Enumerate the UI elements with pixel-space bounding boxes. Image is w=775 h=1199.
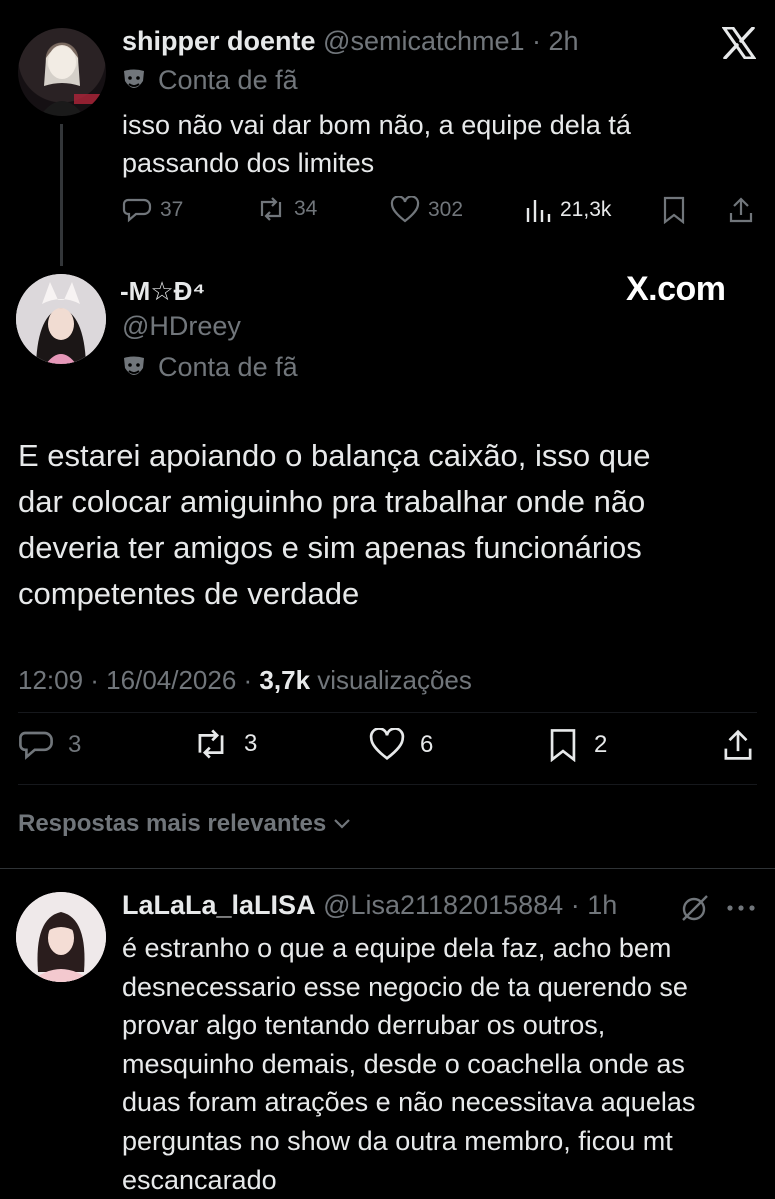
thread-line <box>60 124 63 266</box>
share-icon <box>728 196 754 224</box>
main-fan-label: Conta de fã <box>122 352 298 383</box>
parent-views-count: 21,3k <box>560 198 612 221</box>
grok-icon[interactable] <box>680 894 710 922</box>
parent-views-button[interactable]: 21,3k <box>524 196 611 224</box>
theater-masks-icon <box>122 355 146 381</box>
reply-tweet-text: é estranho o que a equipe dela faz, acho… <box>122 933 696 1195</box>
main-meta-line: 12:09 · 16/04/2026 · 3,7k visualizações <box>18 665 472 696</box>
main-handle[interactable]: @HDreey <box>122 311 241 342</box>
reply-icon <box>122 196 152 224</box>
avatar-lalala-lisa[interactable] <box>16 892 106 982</box>
avatar-shipper[interactable] <box>18 28 106 116</box>
parent-tweet-text: isso não vai dar bom não, a equipe dela … <box>122 110 631 178</box>
fan-account-label: Conta de fã <box>158 65 298 95</box>
parent-handle[interactable]: @semicatchme1 <box>323 26 524 56</box>
parent-like-button[interactable]: 302 <box>390 196 463 224</box>
main-views-count: 3,7k <box>259 665 311 695</box>
parent-reply-button[interactable]: 37 <box>122 196 183 224</box>
main-tweet-text: E estarei apoiando o balança caixão, iss… <box>18 438 651 611</box>
parent-tweet-header: shipper doente @semicatchme1 · 2h <box>122 26 579 57</box>
reply-tweet-header: LaLaLa_laLISA @Lisa21182015884 · 1h <box>122 890 617 921</box>
parent-share-button[interactable] <box>728 196 754 224</box>
main-bookmark-count: 2 <box>594 731 608 758</box>
divider <box>18 712 757 713</box>
divider <box>0 868 775 869</box>
main-repost-button[interactable]: 3 <box>192 728 257 760</box>
parent-repost-button[interactable]: 34 <box>256 196 317 222</box>
divider <box>18 784 757 785</box>
bookmark-icon <box>662 196 686 224</box>
bookmark-icon <box>548 728 578 762</box>
sort-label: Respostas mais relevantes <box>18 810 327 837</box>
main-timestamp[interactable]: 12:09 · 16/04/2026 · <box>18 665 252 695</box>
avatar-hdreey[interactable] <box>16 274 106 364</box>
analytics-icon <box>524 196 552 224</box>
parent-like-count: 302 <box>428 198 464 221</box>
x-logo-icon[interactable] <box>722 27 756 59</box>
main-repost-count: 3 <box>244 730 258 757</box>
parent-display-name[interactable]: shipper doente <box>122 26 316 56</box>
parent-reply-count: 37 <box>160 198 184 221</box>
main-bookmark-button[interactable]: 2 <box>548 728 607 762</box>
parent-bookmark-button[interactable] <box>662 196 686 224</box>
main-reply-count: 3 <box>68 731 82 758</box>
parent-fan-label: Conta de fã <box>122 65 298 96</box>
main-like-button[interactable]: 6 <box>368 728 433 762</box>
x-com-watermark: X.com <box>626 270 726 308</box>
reply-time[interactable]: · 1h <box>571 890 618 920</box>
reply-icon <box>18 728 54 762</box>
parent-repost-count: 34 <box>294 197 318 220</box>
heart-icon <box>368 728 406 762</box>
main-views-label: visualizações <box>317 665 472 695</box>
more-options-icon[interactable] <box>726 904 756 912</box>
fan-account-label: Conta de fã <box>158 352 298 382</box>
chevron-down-icon <box>332 817 352 831</box>
reply-display-name[interactable]: LaLaLa_laLISA <box>122 890 316 920</box>
main-share-button[interactable] <box>722 728 754 762</box>
heart-icon <box>390 196 420 224</box>
sort-replies-dropdown[interactable]: Respostas mais relevantes <box>18 810 352 838</box>
theater-masks-icon <box>122 68 146 94</box>
repost-icon <box>256 196 286 222</box>
share-icon <box>722 728 754 762</box>
main-display-name[interactable]: -M☆Ð⁴ <box>120 276 205 307</box>
main-reply-button[interactable]: 3 <box>18 728 81 762</box>
reply-handle[interactable]: @Lisa21182015884 <box>323 890 563 920</box>
parent-time[interactable]: · 2h <box>532 26 579 56</box>
main-like-count: 6 <box>420 731 434 758</box>
repost-icon <box>192 728 230 760</box>
